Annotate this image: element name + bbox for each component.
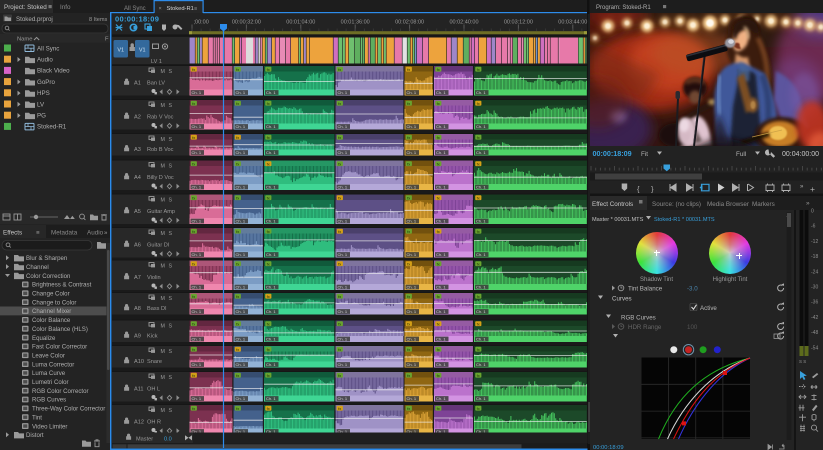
svg-text:-12: -12 [811, 239, 818, 245]
svg-text:Fit: Fit [641, 151, 648, 158]
svg-text:Tint Balance: Tint Balance [628, 286, 663, 293]
svg-text:100: 100 [687, 324, 698, 331]
svg-text:HDR Range: HDR Range [628, 324, 662, 331]
svg-text:0: 0 [811, 209, 814, 215]
svg-text:00:00:18:09: 00:00:18:09 [593, 149, 632, 158]
svg-text:RGB Curves: RGB Curves [621, 315, 656, 322]
svg-text:-24: -24 [811, 269, 818, 275]
svg-text:Active: Active [700, 305, 717, 312]
svg-text:00:04:00:00: 00:04:00:00 [782, 151, 819, 158]
svg-text:Markers: Markers [752, 201, 775, 208]
svg-text:Full: Full [736, 151, 746, 158]
svg-text:+: + [810, 184, 815, 194]
svg-text:-54: -54 [811, 345, 818, 351]
svg-text:-30: -30 [811, 285, 818, 291]
svg-text:Effect Controls: Effect Controls [592, 201, 633, 208]
svg-text:Shadow Tint: Shadow Tint [640, 277, 673, 283]
svg-text:Media Browser: Media Browser [707, 201, 749, 208]
svg-text:-42: -42 [811, 315, 818, 321]
svg-text:-48: -48 [811, 330, 818, 336]
svg-text:S S: S S [799, 359, 806, 364]
svg-text:-3.0: -3.0 [687, 286, 698, 293]
svg-text:-6: -6 [811, 224, 816, 230]
svg-text:Stoked-R1 * 00031.MTS: Stoked-R1 * 00031.MTS [654, 217, 715, 223]
svg-text:-36: -36 [811, 300, 818, 306]
svg-text:Curves: Curves [612, 296, 632, 303]
svg-text:Program: Stoked-R1: Program: Stoked-R1 [596, 5, 651, 11]
svg-text:Master * 00031.MTS: Master * 00031.MTS [592, 217, 644, 223]
svg-text:00:00:18:09: 00:00:18:09 [593, 445, 624, 450]
svg-text:Highlight Tint: Highlight Tint [713, 277, 748, 283]
svg-text:»: » [806, 200, 810, 207]
svg-text:-18: -18 [811, 254, 818, 260]
svg-text:Source: (no clips): Source: (no clips) [652, 201, 701, 208]
